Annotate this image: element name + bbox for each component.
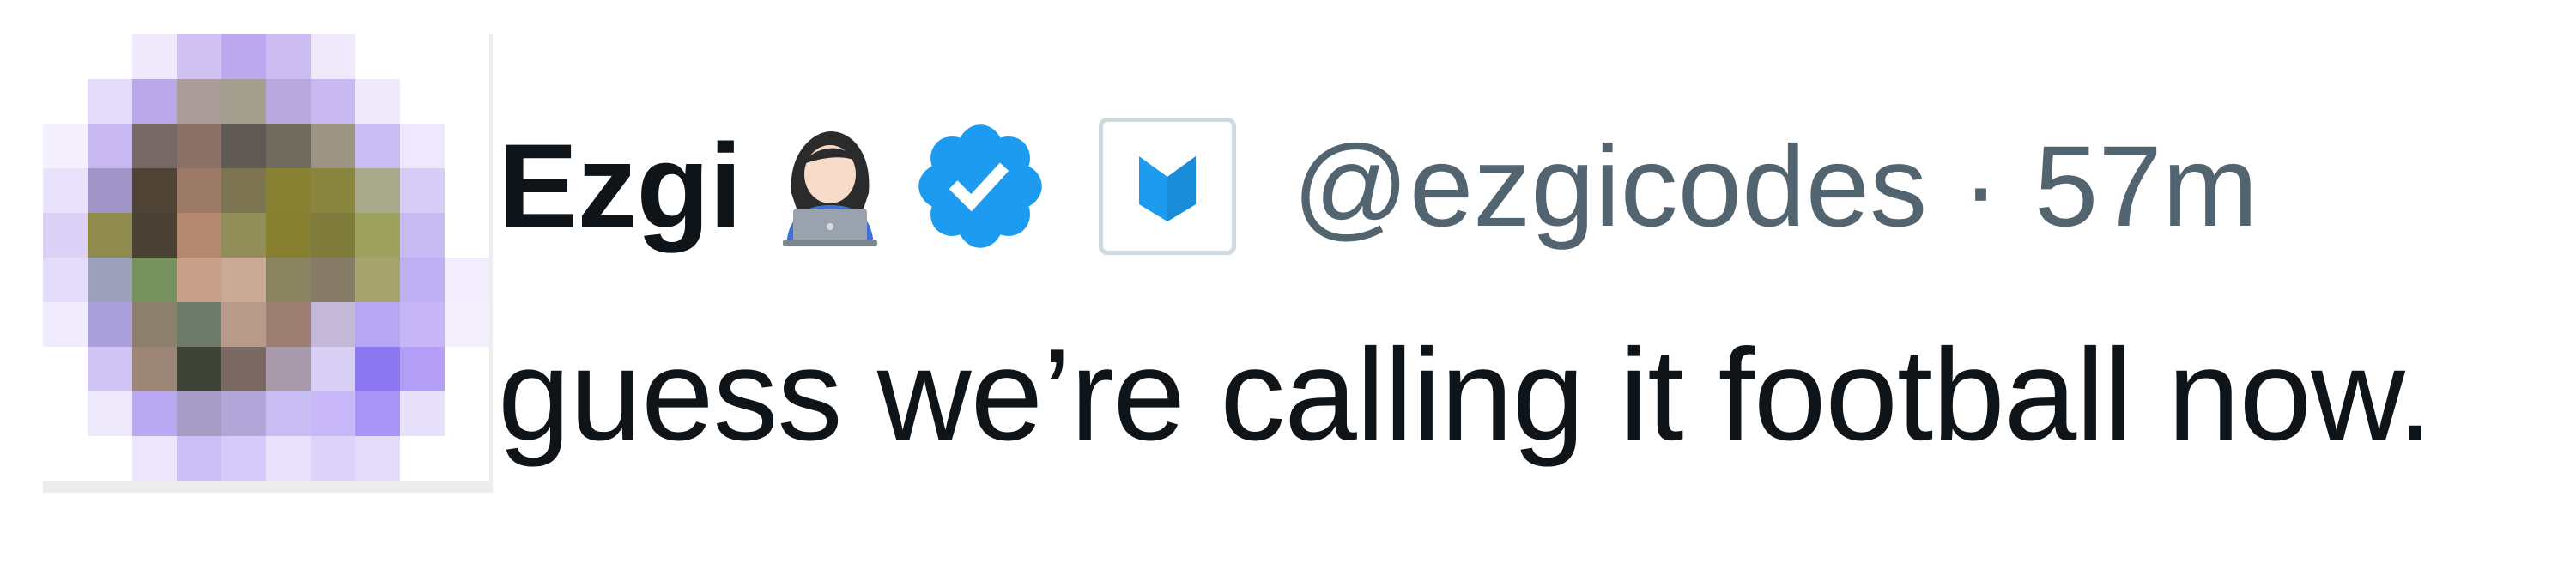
verified-badge-icon[interactable]: [908, 114, 1052, 258]
technologist-emoji-icon: [779, 126, 881, 246]
tweet-header: Ezgi @ezgicodes · 57m: [498, 96, 2258, 276]
tweet-text: guess we’re calling it football now.: [498, 322, 2434, 468]
display-name[interactable]: Ezgi: [498, 117, 742, 256]
avatar-container[interactable]: [43, 34, 493, 493]
timestamp[interactable]: 57m: [2034, 121, 2258, 252]
affiliate-badge-icon[interactable]: [1098, 118, 1236, 255]
avatar[interactable]: [43, 34, 489, 481]
separator-dot: ·: [1961, 122, 2000, 251]
user-handle[interactable]: @ezgicodes: [1293, 121, 1927, 252]
